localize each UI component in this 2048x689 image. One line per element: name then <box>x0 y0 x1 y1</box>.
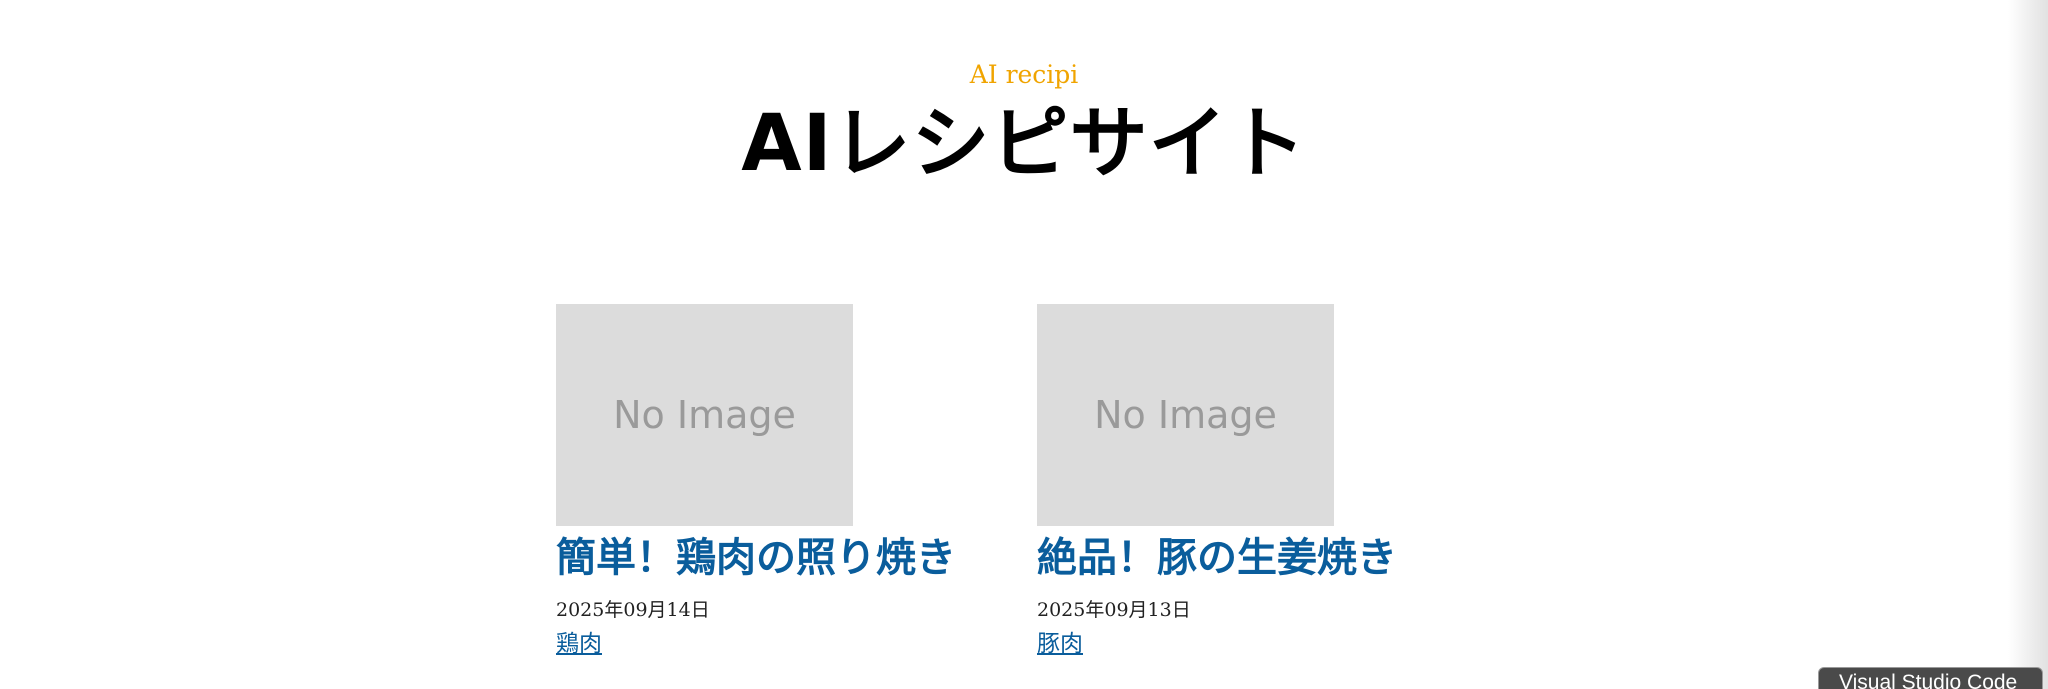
recipe-date: 2025年09月13日 <box>1037 599 1191 621</box>
recipe-title-link[interactable]: 絶品！豚の生姜焼き <box>1037 534 1497 582</box>
recipe-category-link[interactable]: 豚肉 <box>1037 630 1083 658</box>
no-image-placeholder: No Image <box>1094 393 1277 437</box>
site-subtitle: AI recipi <box>969 60 1079 89</box>
recipe-thumbnail[interactable]: No Image <box>1037 304 1334 526</box>
recipe-category-link[interactable]: 鶏肉 <box>556 630 602 658</box>
recipe-card: No Image 簡単！鶏肉の照り焼き 2025年09月14日 鶏肉 <box>556 304 1016 658</box>
recipe-thumbnail[interactable]: No Image <box>556 304 853 526</box>
site-title[interactable]: AIレシピサイト <box>0 98 2048 190</box>
recipe-title-link[interactable]: 簡単！鶏肉の照り焼き <box>556 534 1016 582</box>
recipe-date: 2025年09月14日 <box>556 599 710 621</box>
recipe-card: No Image 絶品！豚の生姜焼き 2025年09月13日 豚肉 <box>1037 304 1497 658</box>
no-image-placeholder: No Image <box>613 393 796 437</box>
taskbar-tooltip-vscode: Visual Studio Code <box>1818 667 2043 689</box>
